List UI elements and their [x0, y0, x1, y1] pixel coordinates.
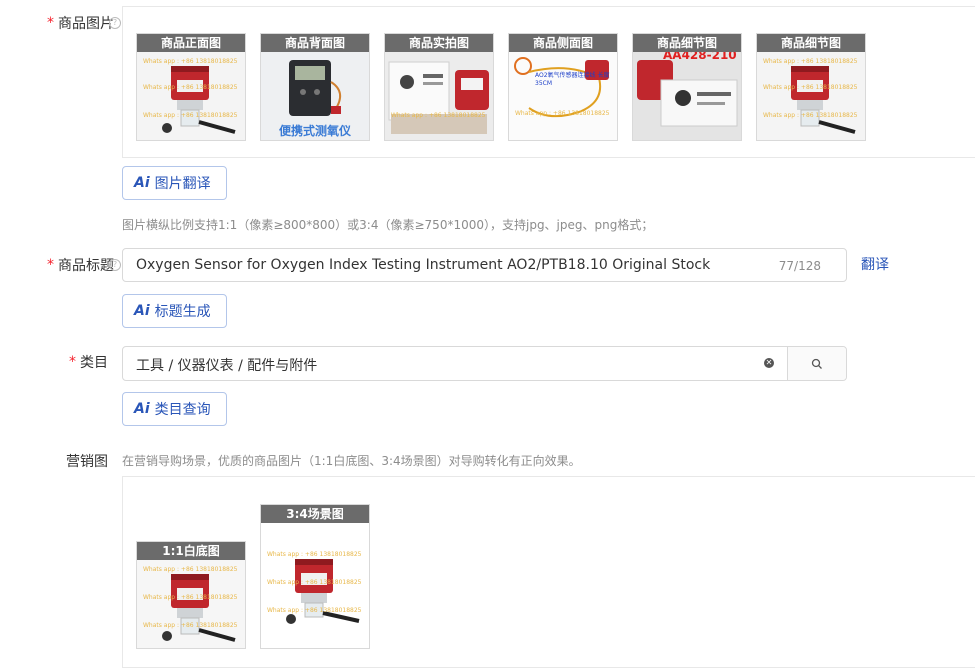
category-search-button[interactable] [787, 347, 846, 380]
white-bg-thumbnail: Whats app : +86 13818018825 Whats app : … [137, 560, 245, 648]
product-images-label: * 商品图片 [47, 15, 114, 32]
ai-icon: Ai [134, 303, 150, 319]
product-image-card-detail-2[interactable]: 商品细节图 Whats app : +86 13818018825 Whats … [756, 33, 866, 141]
marketing-image-panel [122, 476, 975, 668]
generate-title-button[interactable]: Ai 标题生成 [122, 294, 227, 328]
packaging-thumbnail: Whats app : +86 13818018825 [385, 52, 493, 140]
sensor-detail-thumbnail: Whats app : +86 13818018825 Whats app : … [757, 52, 865, 140]
product-image-card-detail-1[interactable]: 商品细节图 AA428-210 [632, 33, 742, 141]
product-image-card-front[interactable]: 商品正面图 Whats app : +86 13818018825 Whats … [136, 33, 246, 141]
title-label: * 商品标题 [47, 257, 114, 274]
ai-icon: Ai [134, 401, 150, 417]
cable-side-thumbnail: AO2氧气传感器连接线 长度35CM Whats app : +86 13818… [509, 52, 617, 140]
image-format-hint: 图片横纵比例支持1:1（像素≥800*800）或3:4（像素≥750*1000）… [122, 218, 654, 232]
product-image-card-back[interactable]: 商品背面图 便携式测氧仪 [260, 33, 370, 141]
product-image-card-side[interactable]: 商品侧面图 AO2氧气传感器连接线 长度35CM Whats app : +86… [508, 33, 618, 141]
detail-label-thumbnail: AA428-210 [633, 48, 741, 140]
translate-title-link[interactable]: 翻译 [861, 254, 889, 274]
marketing-card-white-bg[interactable]: 1:1白底图 Whats app : +86 13818018825 Whats… [136, 541, 246, 649]
title-input[interactable]: Oxygen Sensor for Oxygen Index Testing I… [122, 248, 847, 282]
clear-icon[interactable]: ✕ [764, 358, 774, 368]
product-image-card-real[interactable]: 商品实拍图 Whats app : +86 13818018825 [384, 33, 494, 141]
ai-icon: Ai [134, 175, 150, 191]
category-query-button[interactable]: Ai 类目查询 [122, 392, 227, 426]
marketing-card-scene[interactable]: 3:4场景图 Whats app : +86 13818018825 Whats… [260, 504, 370, 649]
category-label: * 类目 [69, 354, 108, 371]
portable-meter-thumbnail: 便携式测氧仪 [261, 52, 369, 140]
image-translate-button[interactable]: Ai 图片翻译 [122, 166, 227, 200]
help-icon[interactable]: ? [109, 17, 121, 29]
help-icon[interactable]: ? [109, 259, 121, 271]
scene-thumbnail: Whats app : +86 13818018825 Whats app : … [261, 523, 369, 648]
marketing-hint: 在营销导购场景，优质的商品图片（1:1白底图、3:4场景图）对导购转化有正向效果… [122, 454, 581, 468]
title-char-counter: 77/128 [778, 259, 821, 273]
category-select[interactable]: 工具 / 仪器仪表 / 配件与附件 ✕ [122, 346, 847, 381]
sensor-front-thumbnail: Whats app : +86 13818018825 Whats app : … [137, 52, 245, 140]
search-icon [811, 358, 822, 369]
marketing-label: 营销图 [66, 454, 108, 470]
